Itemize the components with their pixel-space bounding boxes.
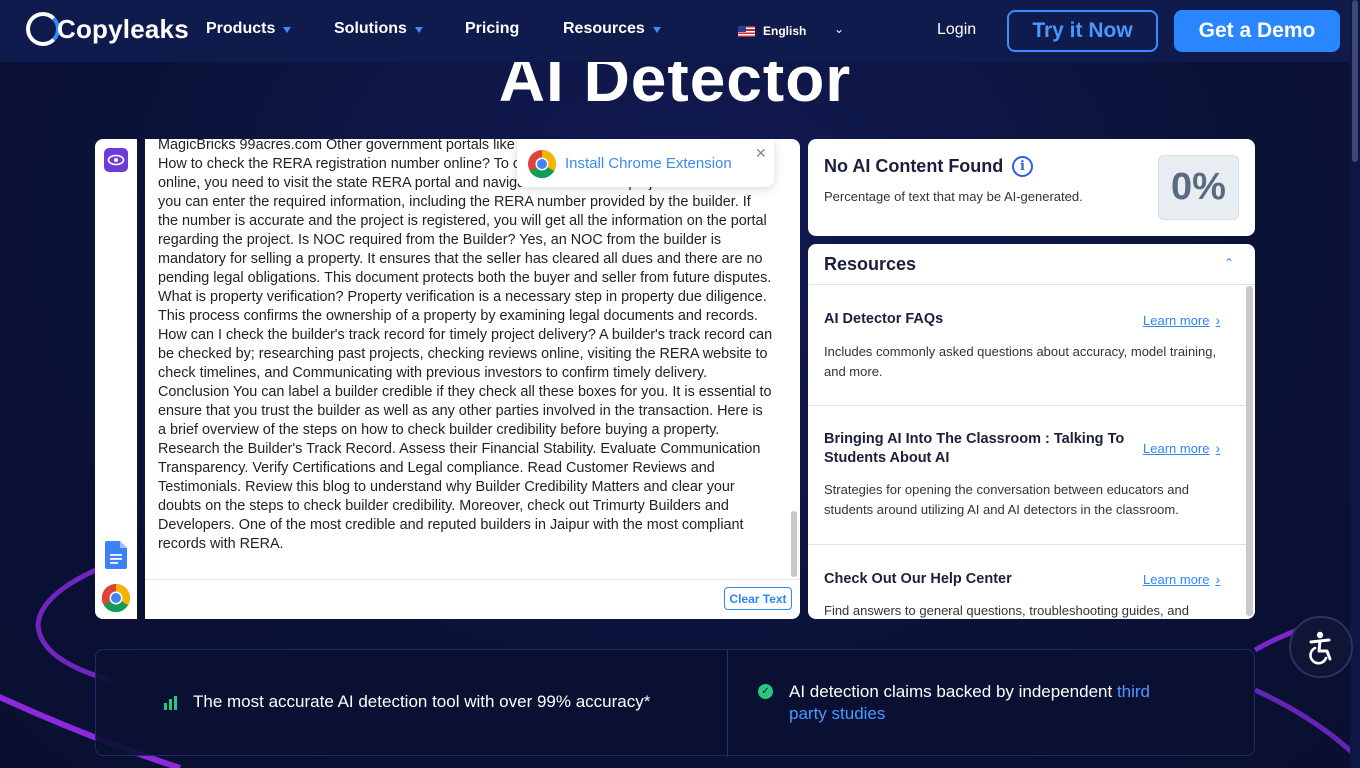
try-it-now-button[interactable]: Try it Now [1007, 10, 1158, 52]
divider [145, 579, 800, 580]
trust-banner: The most accurate AI detection tool with… [95, 649, 1255, 757]
learn-more-link[interactable]: Learn more › [1143, 440, 1220, 456]
accuracy-claim: The most accurate AI detection tool with… [193, 692, 651, 711]
chevron-down-icon[interactable]: ⌄ [834, 22, 844, 36]
resource-description: Strategies for opening the conversation … [824, 482, 1189, 517]
language-selector[interactable]: English [738, 24, 806, 38]
info-icon[interactable]: i [1012, 156, 1033, 177]
logo-text: Copyleaks [57, 13, 189, 44]
learn-more-label: Learn more [1143, 571, 1210, 587]
chrome-icon [527, 149, 557, 179]
close-icon[interactable]: ✕ [755, 145, 767, 162]
result-subtitle: Percentage of text that may be AI-genera… [824, 189, 1083, 204]
language-label: English [763, 24, 807, 38]
eye-icon[interactable] [104, 148, 128, 172]
check-circle-icon: ✓ [758, 684, 773, 699]
us-flag-icon [738, 25, 755, 37]
chevron-right-icon: › [1215, 440, 1221, 456]
logo-mark-icon [26, 12, 60, 46]
login-link[interactable]: Login [937, 21, 976, 39]
chevron-up-icon[interactable]: ⌃ [1224, 256, 1234, 270]
chrome-icon[interactable] [101, 583, 131, 613]
list-item: AI Detector FAQs Learn more › Includes co… [808, 286, 1246, 406]
resources-title: Resources [824, 254, 917, 274]
nav-solutions-label: Solutions [334, 20, 407, 37]
nav-products[interactable]: Products [206, 20, 292, 38]
resource-description: Find answers to general questions, troub… [824, 603, 1189, 618]
list-item: Check Out Our Help Center Learn more › Fi… [808, 545, 1246, 619]
resource-title: Check Out Our Help Center [824, 571, 1012, 587]
resource-title: AI Detector FAQs [824, 311, 944, 327]
copyleaks-logo[interactable]: Copyleaks [26, 12, 189, 46]
text-scrollbar[interactable] [791, 511, 797, 577]
resource-title: Bringing AI Into The Classroom : Talking… [824, 431, 1125, 466]
nav-pricing-label: Pricing [465, 20, 520, 37]
result-title: No AI Content Found [824, 156, 1004, 176]
nav-resources-label: Resources [563, 20, 645, 37]
learn-more-link[interactable]: Learn more › [1143, 312, 1220, 328]
chrome-extension-popup[interactable]: Install Chrome Extension ✕ [517, 139, 774, 187]
resources-header[interactable]: Resources ⌃ [808, 244, 1255, 285]
list-item: Bringing AI Into The Classroom : Talking… [808, 406, 1246, 545]
caret-down-icon [652, 27, 661, 33]
studies-claim-text: AI detection claims backed by independen… [789, 682, 1117, 701]
caret-down-icon [414, 27, 423, 33]
text-input[interactable]: MagicBricks 99acres.com Other government… [158, 139, 773, 574]
tool-strip [95, 139, 137, 619]
ai-percentage: 0% [1158, 155, 1239, 220]
install-extension-link[interactable]: Install Chrome Extension [565, 155, 732, 172]
learn-more-link[interactable]: Learn more › [1143, 571, 1220, 587]
learn-more-label: Learn more [1143, 440, 1210, 456]
chevron-right-icon: › [1215, 312, 1221, 328]
divider [727, 650, 728, 757]
studies-claim: AI detection claims backed by independen… [789, 681, 1189, 725]
get-a-demo-button[interactable]: Get a Demo [1174, 10, 1340, 52]
result-card: No AI Content Found i Percentage of text… [808, 139, 1255, 236]
resources-scrollbar[interactable] [1246, 286, 1253, 616]
nav-resources[interactable]: Resources [563, 20, 661, 38]
nav-products-label: Products [206, 20, 276, 37]
clear-text-button[interactable]: Clear Text [724, 587, 792, 610]
chevron-right-icon: › [1215, 571, 1221, 587]
resource-description: Includes commonly asked questions about … [824, 344, 1217, 379]
nav-pricing[interactable]: Pricing [465, 20, 519, 38]
bar-chart-icon [164, 696, 178, 710]
editor-text: MagicBricks 99acres.com Other government… [158, 139, 773, 552]
page-scrollbar-thumb[interactable] [1352, 0, 1358, 162]
top-navbar: Copyleaks Products Solutions Pricing Res… [0, 0, 1350, 62]
google-docs-icon[interactable] [105, 541, 127, 569]
text-input-panel[interactable]: MagicBricks 99acres.com Other government… [145, 139, 800, 619]
resources-panel: Resources ⌃ AI Detector FAQs Learn more ›… [808, 244, 1255, 619]
learn-more-label: Learn more [1143, 312, 1210, 328]
nav-solutions[interactable]: Solutions [334, 20, 423, 38]
caret-down-icon [283, 27, 292, 33]
accessibility-icon[interactable] [1289, 616, 1353, 678]
